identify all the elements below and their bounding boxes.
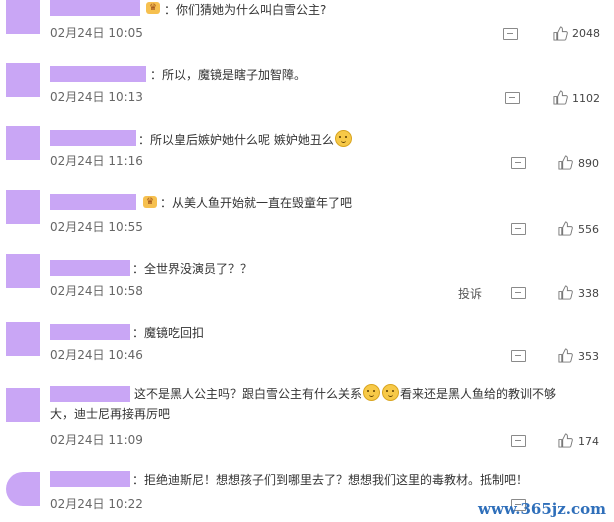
timestamp: 02月24日 10:58 [50, 284, 143, 298]
comment-text: ：魔镜吃回扣 [132, 326, 205, 340]
comment-text-content: ：所以皇后嫉妒她什么呢 嫉妒她丑么 [138, 133, 334, 147]
thumbs-up-icon[interactable] [553, 26, 568, 41]
avatar[interactable] [6, 190, 40, 224]
timestamp: 02月24日 10:13 [50, 90, 143, 104]
username-redacted[interactable] [50, 130, 136, 146]
like-count: 174 [578, 435, 599, 448]
thumbs-up-icon[interactable] [558, 285, 573, 300]
like-count: 556 [578, 223, 599, 236]
like-count: 890 [578, 157, 599, 170]
timestamp: 02月24日 11:09 [50, 433, 143, 447]
like-count: 338 [578, 287, 599, 300]
comment-text: 这不是黑人公主吗？跟白雪公主有什么关系 看来还是黑人鱼给的教训不够大，迪士尼再接再… [50, 384, 575, 424]
username-redacted[interactable] [50, 66, 146, 82]
avatar[interactable] [6, 322, 40, 356]
comment-text: ：所以皇后嫉妒她什么呢 嫉妒她丑么 [138, 130, 353, 148]
avatar[interactable] [6, 388, 40, 422]
avatar[interactable] [6, 0, 40, 34]
username-redacted[interactable] [50, 471, 130, 487]
timestamp: 02月24日 10:55 [50, 220, 143, 234]
comment-icon[interactable] [511, 435, 526, 447]
thumbs-up-icon[interactable] [558, 348, 573, 363]
report-button[interactable]: 投诉 [458, 285, 482, 302]
username-redacted[interactable] [50, 324, 130, 340]
vip-badge-icon: ♛ [143, 196, 157, 208]
thumbs-up-icon[interactable] [553, 90, 568, 105]
avatar[interactable] [6, 126, 40, 160]
comment-icon[interactable] [511, 287, 526, 299]
vip-badge-icon: ♛ [146, 2, 160, 14]
comment-text-part-a: 这不是黑人公主吗？跟白雪公主有什么关系 [134, 387, 363, 401]
thinking-emoji-icon [363, 384, 381, 401]
site-watermark: www.365jz.com [478, 500, 606, 518]
thinking-emoji-icon [382, 384, 400, 401]
timestamp: 02月24日 10:46 [50, 348, 143, 362]
thumbs-up-icon[interactable] [558, 155, 573, 170]
comment-text: ：全世界没演员了？？ [132, 262, 253, 276]
like-count: 2048 [572, 27, 600, 40]
avatar[interactable] [6, 63, 40, 97]
avatar[interactable] [6, 254, 40, 288]
comment-text: ：你们猜她为什么叫白雪公主? [164, 3, 327, 17]
username-redacted[interactable] [50, 260, 130, 276]
thumbs-up-icon[interactable] [558, 221, 573, 236]
comment-icon[interactable] [505, 92, 520, 104]
smile-emoji-icon [334, 130, 352, 147]
comment-icon[interactable] [511, 223, 526, 235]
username-redacted[interactable] [50, 0, 140, 16]
like-count: 1102 [572, 92, 600, 105]
comment-text: ：所以，魔镜是瞎子加智障。 [150, 68, 307, 82]
comment-text: ：从美人鱼开始就一直在毁童年了吧 [160, 196, 353, 210]
comment-icon[interactable] [511, 157, 526, 169]
username-redacted[interactable] [50, 194, 136, 210]
timestamp: 02月24日 11:16 [50, 154, 143, 168]
like-count: 353 [578, 350, 599, 363]
avatar[interactable] [6, 472, 40, 506]
timestamp: 02月24日 10:22 [50, 497, 143, 511]
timestamp: 02月24日 10:05 [50, 26, 143, 40]
comment-icon[interactable] [503, 28, 518, 40]
comment-icon[interactable] [511, 350, 526, 362]
comment-text: ：拒绝迪斯尼！想想孩子们到哪里去了？想想我们这里的毒教材。抵制吧！ [132, 473, 529, 487]
thumbs-up-icon[interactable] [558, 433, 573, 448]
